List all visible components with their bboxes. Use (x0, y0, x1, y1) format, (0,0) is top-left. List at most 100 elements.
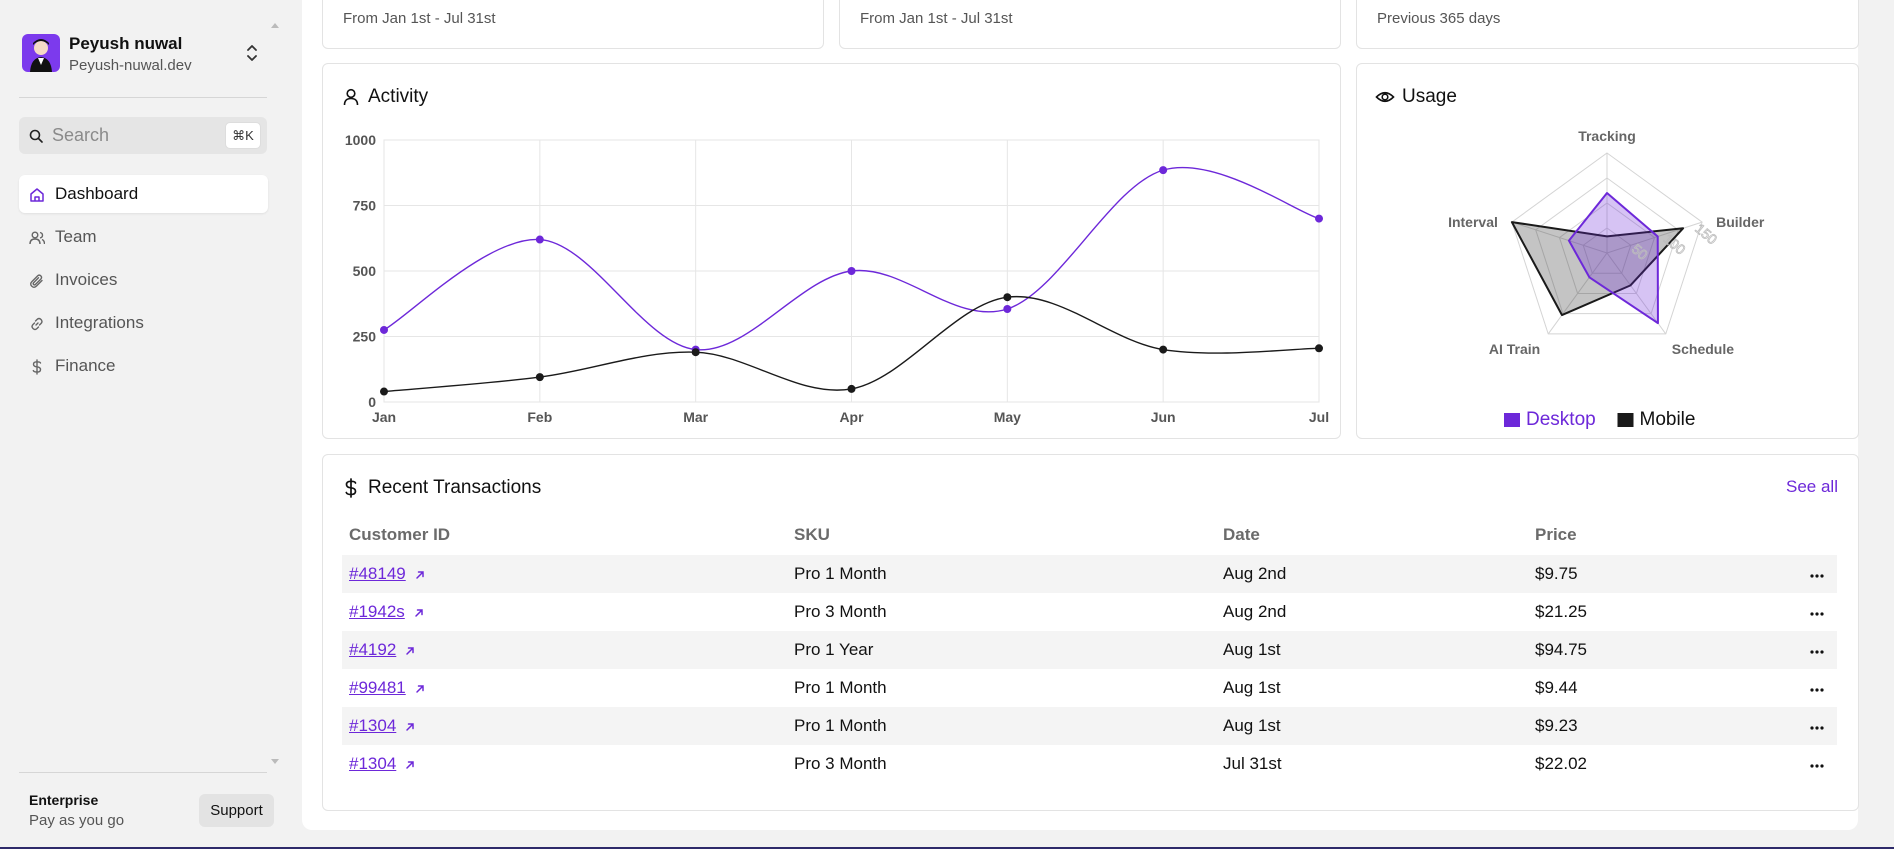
row-actions-cell (1797, 707, 1837, 745)
table-row[interactable]: #1304 Pro 1 Month Aug 1st $9.23 (342, 707, 1837, 745)
scroll-up-arrow-icon[interactable] (269, 20, 281, 30)
x-tick-label: May (994, 409, 1021, 425)
transactions-title: Recent Transactions (368, 477, 542, 498)
nav-label: Finance (55, 356, 116, 375)
price-cell: $94.75 (1528, 631, 1797, 669)
more-horizontal-icon[interactable] (1809, 687, 1825, 693)
data-point[interactable] (380, 387, 388, 396)
legend-label[interactable]: Mobile (1640, 409, 1696, 430)
customer-id-link[interactable]: #1304 (349, 716, 396, 735)
row-actions-cell (1797, 631, 1837, 669)
nav-item-team[interactable]: Team (19, 218, 268, 256)
nav-label: Invoices (55, 270, 118, 289)
search-box[interactable]: ⌘K (19, 117, 267, 154)
nav-item-invoices[interactable]: Invoices (19, 261, 268, 299)
radar-axis-label: Tracking (1578, 128, 1636, 144)
y-tick-label: 0 (368, 394, 376, 410)
chevrons-up-down-icon (247, 45, 257, 61)
more-horizontal-icon[interactable] (1809, 573, 1825, 579)
row-actions-cell (1797, 555, 1837, 593)
data-point[interactable] (1315, 344, 1323, 353)
users-icon (29, 231, 45, 245)
card-subtitle: Previous 365 days (1377, 10, 1501, 27)
legend-swatch (1504, 413, 1520, 427)
nav-label: Team (55, 227, 97, 246)
legend-label[interactable]: Desktop (1526, 409, 1596, 430)
data-point[interactable] (1159, 166, 1168, 175)
table-row[interactable]: #48149 Pro 1 Month Aug 2nd $9.75 (342, 555, 1837, 593)
data-point[interactable] (380, 325, 388, 334)
more-horizontal-icon[interactable] (1809, 763, 1825, 769)
date-cell: Aug 1st (1216, 631, 1528, 669)
table-row[interactable]: #4192 Pro 1 Year Aug 1st $94.75 (342, 631, 1837, 669)
customer-id-link[interactable]: #4192 (349, 640, 396, 659)
card-subtitle: From Jan 1st - Jul 31st (860, 10, 1013, 27)
data-point[interactable] (1159, 345, 1168, 354)
price-cell: $9.23 (1528, 707, 1797, 745)
search-shortcut-badge: ⌘K (225, 122, 261, 149)
column-header[interactable]: Price (1528, 525, 1797, 555)
sku-cell: Pro 1 Month (787, 707, 1216, 745)
data-point[interactable] (1003, 293, 1012, 302)
transactions-table: Customer ID SKU Date Price #48149 Pro 1 M… (342, 525, 1837, 783)
table-row[interactable]: #99481 Pro 1 Month Aug 1st $9.44 (342, 669, 1837, 707)
customer-id-link[interactable]: #99481 (349, 678, 406, 697)
x-tick-label: Apr (839, 409, 864, 425)
row-actions-cell (1797, 745, 1837, 783)
radar-axis-label: Builder (1716, 214, 1765, 230)
nav-item-finance[interactable]: Finance (19, 347, 268, 385)
y-tick-label: 1000 (345, 132, 376, 148)
search-input[interactable] (52, 117, 222, 154)
arrow-up-right-icon (415, 684, 424, 693)
nav-item-dashboard[interactable]: Dashboard (19, 175, 268, 213)
data-point[interactable] (1315, 214, 1323, 223)
date-cell: Aug 2nd (1216, 555, 1528, 593)
more-horizontal-icon[interactable] (1809, 649, 1825, 655)
date-cell: Aug 1st (1223, 678, 1281, 697)
x-tick-label: Feb (527, 409, 552, 425)
data-point[interactable] (847, 267, 856, 275)
column-header-actions (1797, 525, 1837, 555)
data-point[interactable] (535, 235, 544, 244)
customer-id-link[interactable]: #48149 (349, 564, 406, 583)
data-point[interactable] (847, 384, 856, 393)
row-actions-cell (1797, 669, 1837, 707)
nav-item-integrations[interactable]: Integrations (19, 304, 268, 342)
more-horizontal-icon[interactable] (1809, 725, 1825, 731)
data-point[interactable] (1003, 304, 1012, 313)
sku-cell: Pro 1 Month (794, 678, 887, 697)
x-tick-label: Jul (1309, 409, 1329, 425)
x-tick-label: Mar (683, 409, 708, 425)
radar-axis-label: Interval (1448, 214, 1498, 230)
activity-line-chart: 0 250 500 750 1000 Jan Feb Mar Apr May Jun Jul (345, 132, 1329, 425)
dollar-icon (345, 478, 357, 498)
data-point[interactable] (535, 373, 544, 382)
account-switcher[interactable]: Peyush nuwal Peyush-nuwal.dev (20, 32, 270, 80)
table-row[interactable]: #1304 Pro 3 Month Jul 31st $22.02 (342, 745, 1837, 783)
date-cell: Aug 2nd (1223, 602, 1287, 621)
column-header[interactable]: SKU (787, 525, 1216, 555)
date-cell: Jul 31st (1223, 754, 1282, 773)
column-header[interactable]: Customer ID (342, 525, 787, 555)
summary-card: From Jan 1st - Jul 31st (839, 0, 1341, 49)
column-header[interactable]: Date (1216, 525, 1528, 555)
sku-cell: Pro 3 Month (794, 754, 887, 773)
data-point[interactable] (691, 348, 700, 357)
table-row[interactable]: #1942s Pro 3 Month Aug 2nd $21.25 (342, 593, 1837, 631)
price-cell: $22.02 (1535, 754, 1587, 773)
nav-label: Integrations (55, 313, 144, 332)
y-tick-label: 250 (353, 329, 377, 345)
user-name: Peyush nuwal (69, 34, 183, 53)
customer-id-link[interactable]: #1942s (349, 602, 405, 621)
support-button[interactable]: Support (199, 794, 274, 827)
y-tick-label: 500 (353, 263, 377, 279)
more-horizontal-icon[interactable] (1809, 611, 1825, 617)
price-cell: $21.25 (1535, 602, 1587, 621)
customer-id-link[interactable]: #1304 (349, 754, 396, 773)
scroll-down-arrow-icon[interactable] (269, 756, 281, 766)
divider (19, 97, 267, 98)
x-tick-label: Jan (372, 409, 396, 425)
see-all-link[interactable]: See all (1786, 477, 1838, 497)
arrow-up-right-icon (415, 608, 423, 617)
sku-cell: Pro 1 Year (787, 631, 1216, 669)
